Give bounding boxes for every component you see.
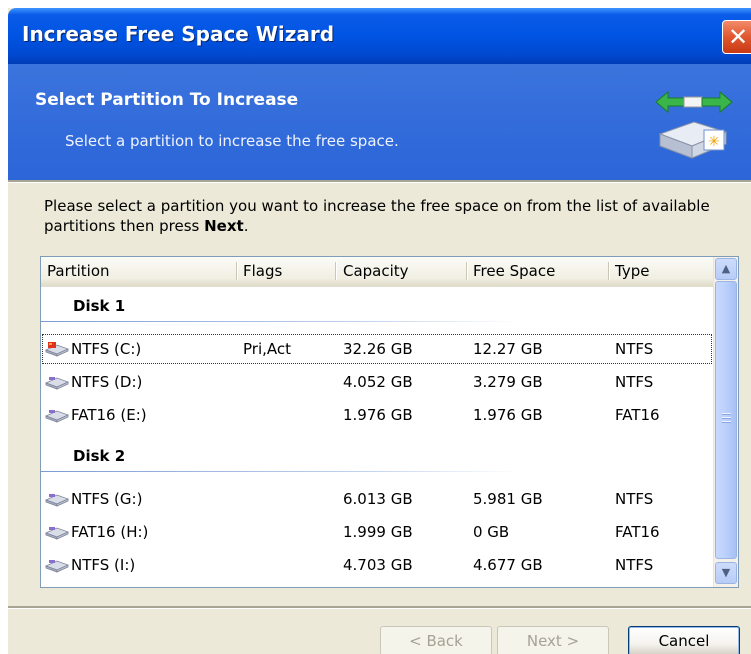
column-divider[interactable] <box>236 262 238 280</box>
instructions-next-keyword: Next <box>204 217 244 235</box>
scroll-down-button[interactable]: ▼ <box>715 562 737 584</box>
cell-free-space: 0 GB <box>473 523 510 541</box>
cell-capacity: 1.999 GB <box>343 523 413 541</box>
table-row[interactable]: NTFS (G:) 6.013 GB 5.981 GB NTFS <box>41 483 713 515</box>
cell-capacity: 4.052 GB <box>343 373 413 391</box>
cell-free-space: 12.27 GB <box>473 340 543 358</box>
drive-icon <box>45 377 69 390</box>
column-header-free-space[interactable]: Free Space <box>473 257 555 284</box>
cell-partition: NTFS (D:) <box>71 373 143 391</box>
table-row[interactable]: FAT16 (E:) 1.976 GB 1.976 GB FAT16 <box>41 399 713 431</box>
back-button[interactable]: < Back <box>380 626 492 654</box>
column-header-type[interactable]: Type <box>615 257 649 284</box>
chevron-down-icon: ▼ <box>721 566 731 579</box>
instructions-text: Please select a partition you want to in… <box>44 196 724 236</box>
cell-partition: FAT16 (H:) <box>71 523 149 541</box>
cell-type: NTFS <box>615 556 654 574</box>
group-divider <box>41 321 521 322</box>
instructions-text-main: Please select a partition you want to in… <box>44 197 710 235</box>
svg-text:✳: ✳ <box>708 134 720 150</box>
table-row[interactable]: NTFS (I:) 4.703 GB 4.677 GB NTFS <box>41 549 713 581</box>
vertical-scrollbar[interactable]: ▲ ▼ <box>713 257 738 587</box>
table-row[interactable]: NTFS (C:) Pri,Act 32.26 GB 12.27 GB NTFS <box>41 333 713 365</box>
cell-free-space: 3.279 GB <box>473 373 543 391</box>
scroll-up-button[interactable]: ▲ <box>715 258 737 280</box>
table-row[interactable]: NTFS (D:) 4.052 GB 3.279 GB NTFS <box>41 366 713 398</box>
system-drive-icon <box>45 342 69 357</box>
cell-type: NTFS <box>615 490 654 508</box>
group-title-disk-1: Disk 1 <box>73 297 126 315</box>
cell-capacity: 32.26 GB <box>343 340 413 358</box>
partition-list[interactable]: Partition Flags Capacity Free Space Type… <box>40 256 739 588</box>
column-divider[interactable] <box>335 262 337 280</box>
cell-capacity: 6.013 GB <box>343 490 413 508</box>
cell-free-space: 5.981 GB <box>473 490 543 508</box>
drive-icon <box>45 410 69 423</box>
drive-icon <box>45 494 69 507</box>
title-bar[interactable]: Increase Free Space Wizard <box>8 8 751 64</box>
cell-type: FAT16 <box>615 406 660 424</box>
cell-type: NTFS <box>615 373 654 391</box>
cell-partition: NTFS (I:) <box>71 556 136 574</box>
close-icon: ✕ <box>728 23 749 51</box>
cell-capacity: 4.703 GB <box>343 556 413 574</box>
cell-free-space: 4.677 GB <box>473 556 543 574</box>
drive-icon <box>45 527 69 540</box>
thumb-grip <box>722 421 731 423</box>
cell-flags: Pri,Act <box>243 340 292 358</box>
instructions-text-end: . <box>243 217 249 235</box>
wizard-header: Select Partition To Increase Select a pa… <box>8 64 751 180</box>
drive-icon <box>45 560 69 573</box>
cell-partition: NTFS (G:) <box>71 490 143 508</box>
next-button[interactable]: Next > <box>497 626 609 654</box>
cell-free-space: 1.976 GB <box>473 406 543 424</box>
column-divider[interactable] <box>466 262 468 280</box>
footer-separator <box>8 606 751 609</box>
column-header-capacity[interactable]: Capacity <box>343 257 409 284</box>
cell-partition: NTFS (C:) <box>71 340 142 358</box>
cell-type: NTFS <box>615 340 654 358</box>
thumb-grip <box>722 417 731 419</box>
table-row[interactable]: FAT16 (H:) 1.999 GB 0 GB FAT16 <box>41 516 713 548</box>
group-divider <box>41 471 521 472</box>
cancel-button[interactable]: Cancel <box>628 626 740 654</box>
list-header: Partition Flags Capacity Free Space Type <box>41 257 713 287</box>
thumb-grip <box>722 413 731 415</box>
cell-type: FAT16 <box>615 523 660 541</box>
column-header-flags[interactable]: Flags <box>243 257 282 284</box>
column-divider[interactable] <box>608 262 610 280</box>
column-header-partition[interactable]: Partition <box>47 257 110 284</box>
group-title-disk-2: Disk 2 <box>73 447 126 465</box>
close-button[interactable]: ✕ <box>722 20 751 54</box>
wizard-window: Increase Free Space Wizard ✕ Select Part… <box>8 8 751 654</box>
disk-resize-icon: ✳ <box>655 90 733 159</box>
header-title: Select Partition To Increase <box>35 90 299 110</box>
chevron-up-icon: ▲ <box>721 262 731 275</box>
header-separator <box>8 180 751 183</box>
scrollbar-thumb[interactable] <box>715 281 737 559</box>
header-subtitle: Select a partition to increase the free … <box>65 132 399 150</box>
cell-capacity: 1.976 GB <box>343 406 413 424</box>
cell-partition: FAT16 (E:) <box>71 406 147 424</box>
window-title: Increase Free Space Wizard <box>22 22 335 46</box>
